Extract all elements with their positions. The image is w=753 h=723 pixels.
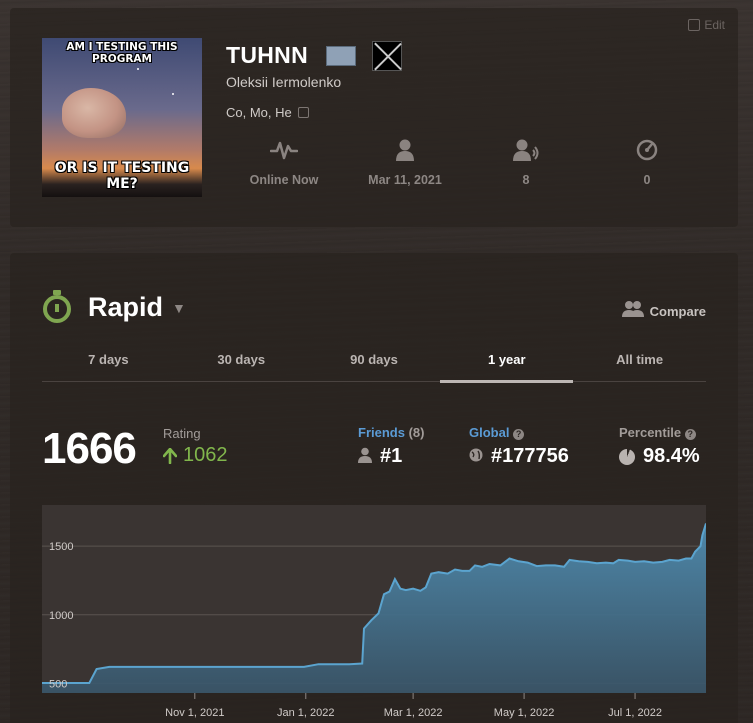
y-tick-label: 1500 <box>49 541 73 553</box>
period-tabs: 7 days 30 days 90 days 1 year All time <box>42 340 706 383</box>
global-rank-value: #177756 <box>491 445 569 467</box>
game-type-title: Rapid <box>88 291 164 322</box>
x-tick-label: Jan 1, 2022 <box>277 707 335 719</box>
edit-label: Edit <box>704 18 725 32</box>
global-rank-link[interactable]: Global <box>469 425 509 440</box>
current-rating: 1666 <box>42 424 137 473</box>
profile-stat-friends[interactable]: 8 <box>471 136 581 187</box>
rating-chart[interactable]: 500 1000 1500 Nov 1, 2021 Jan 1, 2022 Mar 1, … <box>42 505 706 723</box>
profile-stat-joined: Mar 11, 2021 <box>350 136 460 187</box>
friends-count: (8) <box>408 425 425 440</box>
arrow-up-icon <box>163 447 177 464</box>
star-decoration <box>172 93 174 95</box>
avatar-creature <box>62 88 126 138</box>
pie-icon <box>619 448 635 465</box>
person-icon <box>358 447 372 467</box>
percentile-value: 98.4% <box>643 445 700 467</box>
joined-value: Mar 11, 2021 <box>368 173 442 187</box>
rating-change-value: 1062 <box>183 444 228 466</box>
people-icon <box>621 300 644 323</box>
compare-button[interactable]: Compare <box>621 300 706 323</box>
x-tick-label: Nov 1, 2021 <box>165 707 224 719</box>
tab-90-days[interactable]: 90 days <box>308 340 441 381</box>
rating-label: Rating <box>163 426 201 441</box>
compare-label: Compare <box>649 304 706 319</box>
edit-button[interactable]: Edit <box>688 18 725 32</box>
friends-rank-value: #1 <box>380 445 403 467</box>
tab-30-days[interactable]: 30 days <box>175 340 308 381</box>
profile-card: Edit AM I TESTING THIS PROGRAM OR IS IT … <box>10 8 738 227</box>
percentile: Percentile ? 98.4% <box>619 425 700 468</box>
views-icon <box>592 136 702 164</box>
percentile-label: Percentile <box>619 425 682 440</box>
tab-all-time[interactable]: All time <box>573 340 706 381</box>
location[interactable]: Co, Mo, He <box>226 105 309 120</box>
tab-7-days[interactable]: 7 days <box>42 340 175 381</box>
person-icon <box>350 136 460 164</box>
avatar-caption-bottom: OR IS IT TESTING ME? <box>54 160 190 192</box>
help-icon[interactable]: ? <box>513 429 525 440</box>
profile-stat-views: 0 <box>592 136 702 187</box>
friends-value: 8 <box>522 173 530 187</box>
friends-icon <box>471 136 581 164</box>
help-icon[interactable]: ? <box>684 429 696 440</box>
x-badge-icon <box>372 41 402 71</box>
activity-icon <box>229 136 339 164</box>
country-flag-icon <box>326 46 356 66</box>
global-rank: Global ? #177756 <box>469 425 569 468</box>
username: TUHNN <box>226 42 308 68</box>
location-text: Co, Mo, He <box>226 105 292 120</box>
views-value: 0 <box>643 173 651 187</box>
y-tick-label: 1000 <box>49 610 73 622</box>
x-tick-label: Jul 1, 2022 <box>608 707 662 719</box>
friends-rank-link[interactable]: Friends <box>358 425 405 440</box>
x-tick-label: Mar 1, 2022 <box>384 707 443 719</box>
friends-rank: Friends (8) #1 <box>358 425 424 468</box>
rapid-timer-icon <box>42 290 72 324</box>
y-tick-label: 500 <box>49 678 67 690</box>
edit-location-icon[interactable] <box>297 107 309 118</box>
avatar[interactable]: AM I TESTING THIS PROGRAM OR IS IT TESTI… <box>42 38 202 197</box>
chevron-down-icon: ▼ <box>172 300 186 316</box>
avatar-caption-top: AM I TESTING THIS PROGRAM <box>66 41 178 65</box>
globe-icon <box>469 448 483 466</box>
tab-1-year[interactable]: 1 year <box>440 340 573 383</box>
x-tick-label: May 1, 2022 <box>494 707 555 719</box>
game-type-selector[interactable]: Rapid ▼ <box>42 290 186 324</box>
real-name: Oleksii Iermolenko <box>226 74 342 90</box>
profile-stat-status: Online Now <box>229 136 339 187</box>
star-decoration <box>137 68 139 70</box>
status-value: Online Now <box>249 173 319 187</box>
edit-icon <box>688 19 701 31</box>
rating-change: 1062 <box>163 444 228 467</box>
